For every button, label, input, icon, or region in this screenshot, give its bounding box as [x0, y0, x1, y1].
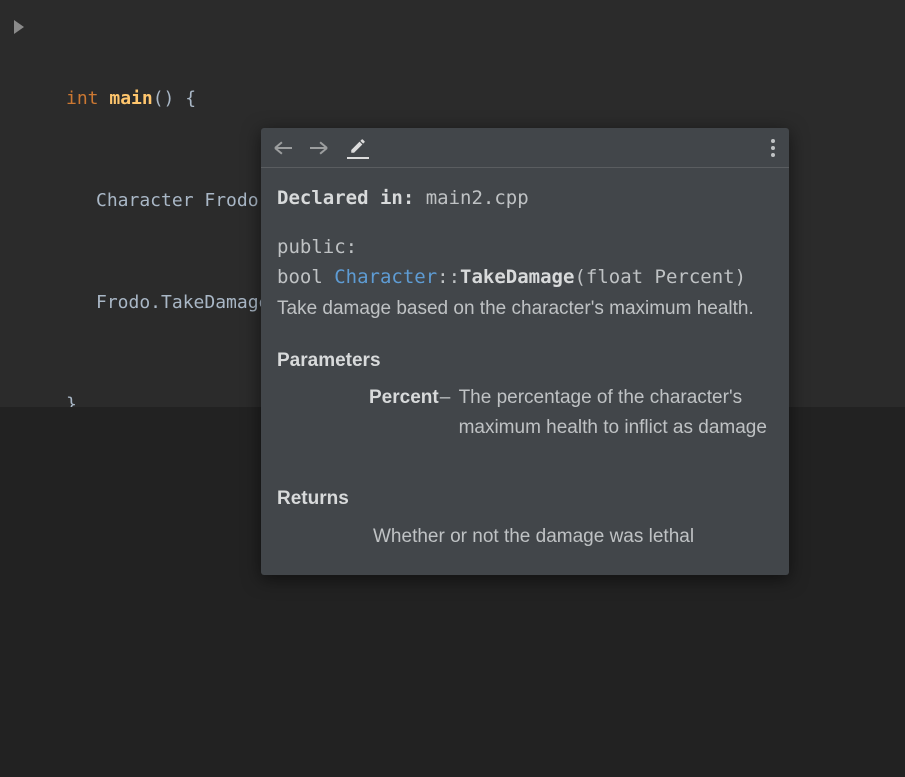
popup-content: Declared in: main2.cpp public: bool Char…: [261, 168, 789, 575]
editor-gutter: [0, 0, 48, 407]
code-text: () {: [153, 88, 196, 109]
dot-icon: [771, 139, 775, 143]
declared-in-file: main2.cpp: [426, 187, 529, 209]
dot-icon: [771, 153, 775, 157]
nav-back-button[interactable]: [269, 133, 299, 163]
sig-class-name: Character: [334, 266, 437, 288]
keyword-int: int: [66, 88, 99, 109]
function-main: main: [109, 88, 152, 109]
edit-doc-button[interactable]: [347, 137, 369, 159]
sig-scope: ::: [437, 266, 460, 288]
parameters-heading: Parameters: [277, 346, 773, 375]
documentation-popup: Declared in: main2.cpp public: bool Char…: [261, 128, 789, 575]
parameter-name: Percent: [369, 383, 439, 412]
popup-toolbar: [261, 128, 789, 168]
declared-in-label: Declared in:: [277, 187, 414, 209]
parameter-row: Percent – The percentage of the characte…: [369, 383, 773, 442]
type-character: Character: [96, 190, 194, 211]
function-signature: bool Character::TakeDamage(float Percent…: [277, 263, 773, 292]
nav-forward-button[interactable]: [303, 133, 333, 163]
declared-in-row: Declared in: main2.cpp: [277, 184, 773, 213]
more-options-button[interactable]: [765, 133, 781, 163]
parameter-separator: –: [439, 383, 459, 412]
dot-icon: [771, 146, 775, 150]
access-specifier: public:: [277, 233, 773, 262]
returns-description: Whether or not the damage was lethal: [373, 522, 773, 551]
arrow-right-icon: [310, 147, 326, 149]
arrow-left-icon: [276, 147, 292, 149]
code-line: int main() {: [66, 82, 464, 116]
code-text: Frodo.: [96, 292, 161, 313]
parameter-description: The percentage of the character's maximu…: [459, 383, 773, 442]
sig-params: (float Percent): [574, 266, 746, 288]
sig-function-name: TakeDamage: [460, 266, 574, 288]
function-summary: Take damage based on the character's max…: [277, 294, 773, 323]
returns-heading: Returns: [277, 484, 773, 513]
method-takedamage: TakeDamage: [161, 292, 269, 313]
run-gutter-icon[interactable]: [14, 20, 24, 34]
pencil-icon: [349, 137, 367, 155]
sig-return-type: bool: [277, 266, 334, 288]
